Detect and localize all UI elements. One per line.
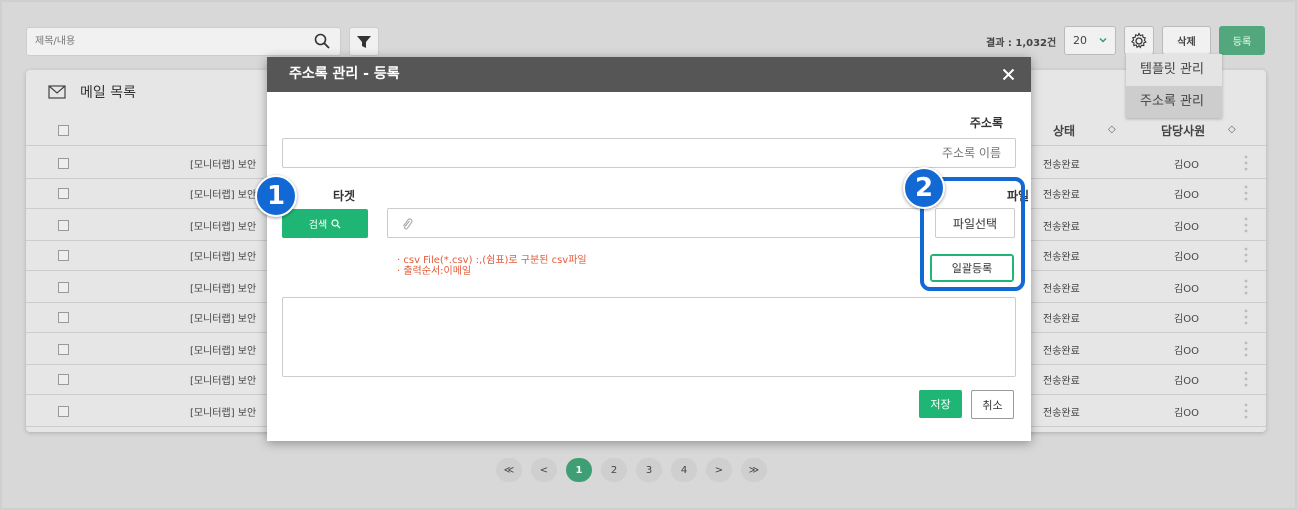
more-icon[interactable]	[1240, 246, 1252, 264]
csv-hint-line: · csv File(*.csv) :,(쉼표)로 구분된 csv파일	[397, 255, 587, 266]
select-all-checkbox[interactable]	[58, 125, 69, 136]
sort-icon[interactable]: ◇	[1228, 124, 1236, 135]
search-icon	[331, 218, 341, 228]
last-page-button[interactable]: ≫	[741, 458, 767, 482]
settings-button[interactable]	[1124, 26, 1154, 55]
page-button[interactable]: 1	[566, 458, 592, 482]
file-path-field[interactable]	[387, 208, 921, 238]
row-title: [모니터랩] 보안	[190, 408, 257, 419]
row-title: [모니터랩] 보안	[190, 376, 257, 387]
row-status: 전송완료	[1043, 190, 1080, 201]
column-status[interactable]: 상태	[1053, 122, 1075, 139]
search-icon[interactable]	[314, 33, 330, 49]
row-checkbox[interactable]	[58, 282, 69, 293]
row-staff: 김OO	[1174, 346, 1199, 357]
target-search-button[interactable]: 검색	[282, 209, 368, 238]
row-staff: 김OO	[1174, 314, 1199, 325]
page-button[interactable]: 3	[636, 458, 662, 482]
page-size-select[interactable]: 20	[1064, 26, 1116, 55]
menu-item-address-book[interactable]: 주소록 관리	[1126, 86, 1222, 118]
register-button[interactable]: 등록	[1219, 26, 1265, 55]
row-checkbox[interactable]	[58, 220, 69, 231]
delete-button[interactable]: 삭제	[1162, 26, 1211, 55]
row-checkbox[interactable]	[58, 250, 69, 261]
prev-page-button[interactable]: <	[531, 458, 557, 482]
row-status: 전송완료	[1043, 252, 1080, 263]
row-checkbox[interactable]	[58, 188, 69, 199]
target-list-textarea[interactable]	[282, 297, 1016, 377]
row-status: 전송완료	[1043, 222, 1080, 233]
column-staff[interactable]: 담당사원	[1161, 122, 1205, 139]
row-staff: 김OO	[1174, 190, 1199, 201]
search-box[interactable]	[26, 27, 341, 56]
gear-icon	[1131, 31, 1147, 49]
page-size-value: 20	[1073, 34, 1087, 47]
row-checkbox[interactable]	[58, 158, 69, 169]
cancel-button[interactable]: 취소	[971, 390, 1014, 419]
filter-icon	[357, 35, 371, 48]
chevron-down-icon	[1099, 38, 1107, 43]
target-search-label: 검색	[308, 220, 328, 231]
row-title: [모니터랩] 보안	[190, 190, 257, 201]
row-title: [모니터랩] 보안	[190, 314, 257, 325]
row-staff: 김OO	[1174, 222, 1199, 233]
more-icon[interactable]	[1240, 370, 1252, 388]
row-status: 전송완료	[1043, 346, 1080, 357]
row-status: 전송완료	[1043, 160, 1080, 171]
row-checkbox[interactable]	[58, 312, 69, 323]
paperclip-icon	[403, 218, 413, 230]
row-status: 전송완료	[1043, 376, 1080, 387]
first-page-button[interactable]: ≪	[496, 458, 522, 482]
row-status: 전송완료	[1043, 284, 1080, 295]
row-title: [모니터랩] 보안	[190, 222, 257, 233]
pagination: ≪ < 1 2 3 4 > ≫	[496, 458, 767, 482]
modal-title: 주소록 관리 - 등록	[289, 66, 400, 82]
list-title: 메일 목록	[80, 85, 136, 101]
list-header: 메일 목록	[48, 82, 136, 102]
row-title: [모니터랩] 보안	[190, 160, 257, 171]
row-checkbox[interactable]	[58, 406, 69, 417]
more-icon[interactable]	[1240, 216, 1252, 234]
row-staff: 김OO	[1174, 252, 1199, 263]
filter-button[interactable]	[349, 27, 379, 56]
address-book-modal: 주소록 관리 - 등록 주소록 타겟 파일 검색 파일선택 일괄등록 · csv…	[267, 57, 1031, 441]
row-title: [모니터랩] 보안	[190, 252, 257, 263]
more-icon[interactable]	[1240, 308, 1252, 326]
more-icon[interactable]	[1240, 340, 1252, 358]
row-staff: 김OO	[1174, 376, 1199, 387]
modal-header: 주소록 관리 - 등록	[267, 57, 1031, 92]
sort-icon[interactable]: ◇	[1108, 124, 1116, 135]
address-book-label: 주소록	[969, 116, 1003, 130]
more-icon[interactable]	[1240, 278, 1252, 296]
save-button[interactable]: 저장	[919, 390, 962, 418]
row-status: 전송완료	[1043, 314, 1080, 325]
row-checkbox[interactable]	[58, 344, 69, 355]
next-page-button[interactable]: >	[706, 458, 732, 482]
callout-badge: 1	[255, 175, 297, 217]
row-staff: 김OO	[1174, 160, 1199, 171]
row-checkbox[interactable]	[58, 374, 69, 385]
row-title: [모니터랩] 보안	[190, 346, 257, 357]
menu-item-template[interactable]: 템플릿 관리	[1126, 54, 1222, 86]
search-input[interactable]	[27, 28, 297, 55]
result-count: 결과 : 1,032건	[986, 38, 1057, 49]
row-staff: 김OO	[1174, 284, 1199, 295]
csv-hint: · csv File(*.csv) :,(쉼표)로 구분된 csv파일 · 출력…	[397, 255, 587, 277]
row-staff: 김OO	[1174, 408, 1199, 419]
settings-dropdown: 템플릿 관리 주소록 관리	[1126, 54, 1222, 118]
more-icon[interactable]	[1240, 402, 1252, 420]
more-icon[interactable]	[1240, 154, 1252, 172]
csv-hint-line: · 출력순서:이메일	[397, 266, 472, 277]
row-status: 전송완료	[1043, 408, 1080, 419]
mail-icon	[48, 85, 66, 99]
more-icon[interactable]	[1240, 184, 1252, 202]
target-label: 타겟	[333, 189, 356, 203]
page-button[interactable]: 4	[671, 458, 697, 482]
page-button[interactable]: 2	[601, 458, 627, 482]
address-book-name-input[interactable]	[283, 139, 1015, 167]
callout-badge: 2	[903, 167, 945, 209]
row-title: [모니터랩] 보안	[190, 284, 257, 295]
address-book-name-field[interactable]	[282, 138, 1016, 168]
close-icon[interactable]	[1002, 68, 1015, 81]
